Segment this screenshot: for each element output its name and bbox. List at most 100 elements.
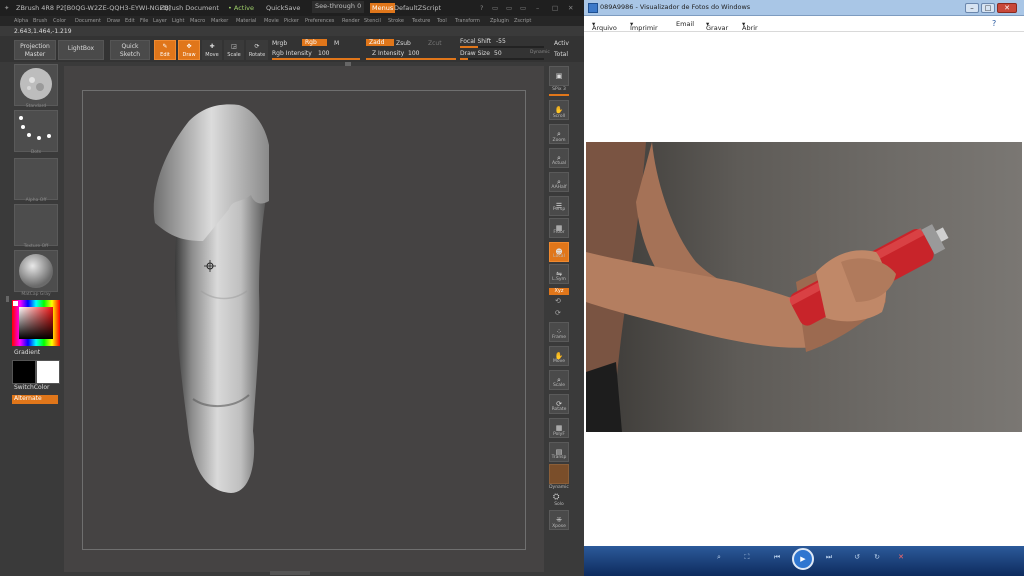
- menu-movie[interactable]: Movie: [264, 18, 279, 24]
- minimize-icon[interactable]: –: [536, 4, 539, 12]
- layout2-icon[interactable]: ▭: [506, 4, 512, 12]
- matcap-sphere-icon: [19, 254, 53, 288]
- menu-transform[interactable]: Transform: [455, 18, 480, 24]
- next-icon[interactable]: ⏭: [822, 551, 836, 565]
- gradient-label[interactable]: Gradient: [14, 349, 40, 356]
- rotate-clockwise-icon[interactable]: ↻: [870, 551, 884, 565]
- menu-edit[interactable]: Edit: [125, 18, 135, 24]
- menu-gravar[interactable]: Gravar ▾: [706, 20, 728, 32]
- help-icon[interactable]: ?: [480, 4, 483, 12]
- edit-button[interactable]: ✎ Edit: [154, 40, 176, 60]
- texture-thumbnail[interactable]: [14, 204, 58, 246]
- color-picker-square[interactable]: [19, 307, 53, 339]
- draw-label: Draw: [182, 52, 196, 58]
- move-button[interactable]: ✚ Move: [202, 40, 222, 60]
- menu-light[interactable]: Light: [172, 18, 184, 24]
- minimize-window-icon[interactable]: –: [965, 3, 979, 13]
- menu-macro[interactable]: Macro: [190, 18, 205, 24]
- secondary-color-swatch[interactable]: [36, 360, 60, 384]
- previous-icon[interactable]: ⏮: [770, 551, 784, 565]
- layout3-icon[interactable]: ▭: [520, 4, 526, 12]
- primary-color-swatch[interactable]: [12, 360, 36, 384]
- menu-arquivo[interactable]: Arquivo ▾: [592, 20, 617, 32]
- default-zscript-button[interactable]: DefaultZScript: [394, 4, 441, 12]
- maximize-icon[interactable]: □: [552, 4, 558, 12]
- menu-stencil[interactable]: Stencil: [364, 18, 381, 24]
- rotate-axis-icon[interactable]: ⟲: [555, 297, 561, 305]
- document-canvas[interactable]: [82, 90, 526, 550]
- left-shelf-scroll-handle[interactable]: [6, 296, 9, 302]
- lightbox-button[interactable]: LightBox: [58, 40, 104, 60]
- quick-sketch-button[interactable]: Quick Sketch: [110, 40, 150, 60]
- m-button[interactable]: M: [334, 40, 339, 47]
- delete-icon[interactable]: ✕: [894, 551, 908, 565]
- menu-preferences[interactable]: Preferences: [305, 18, 334, 24]
- menu-zplugin[interactable]: Zplugin: [490, 18, 509, 24]
- persp-button[interactable]: ☰: [549, 196, 569, 216]
- zcut-button[interactable]: Zcut: [428, 40, 442, 47]
- color-swatch-white[interactable]: [13, 301, 18, 306]
- top-tray-handle[interactable]: [345, 62, 351, 66]
- close-icon[interactable]: ✕: [568, 4, 573, 12]
- alternate-button[interactable]: Alternate: [12, 395, 58, 404]
- z-intensity-slider[interactable]: [366, 58, 456, 60]
- menu-layer[interactable]: Layer: [153, 18, 167, 24]
- rgb-button[interactable]: Rgb: [302, 39, 327, 46]
- quicksave-button[interactable]: QuickSave: [266, 4, 300, 12]
- bpr-button[interactable]: ▣: [549, 66, 569, 86]
- fit-window-icon[interactable]: ⛶: [740, 551, 754, 565]
- rgb-intensity-slider[interactable]: [272, 58, 360, 60]
- alpha-thumbnail[interactable]: [14, 158, 58, 200]
- lsym-caption: L.Sym: [552, 277, 566, 282]
- zsub-button[interactable]: Zsub: [396, 40, 411, 47]
- see-through-slider[interactable]: See-through 0: [312, 1, 365, 13]
- close-window-icon[interactable]: ✕: [997, 3, 1017, 13]
- focal-shift-slider[interactable]: [460, 46, 544, 48]
- brush-thumbnail[interactable]: [14, 64, 58, 106]
- menu-zscript[interactable]: Zscript: [514, 18, 531, 24]
- menu-imprimir[interactable]: Imprimir ▾: [630, 20, 658, 32]
- menu-alpha[interactable]: Alpha: [14, 18, 28, 24]
- rotate-counterclockwise-icon[interactable]: ↺: [850, 551, 864, 565]
- dynamic-toggle[interactable]: Dynamic: [530, 50, 550, 55]
- bottom-tray-handle[interactable]: [270, 571, 310, 575]
- menu-abrir[interactable]: Abrir ▾: [742, 20, 758, 32]
- layout-icon[interactable]: ▭: [492, 4, 498, 12]
- color-picker[interactable]: [12, 300, 60, 346]
- slideshow-play-icon[interactable]: ▶: [792, 548, 814, 570]
- stroke-thumbnail[interactable]: [14, 110, 58, 152]
- scale-button[interactable]: ◲ Scale: [224, 40, 244, 60]
- zoom-icon[interactable]: ⌕: [712, 551, 726, 565]
- menu-material[interactable]: Material: [236, 18, 256, 24]
- maximize-window-icon[interactable]: □: [981, 3, 995, 13]
- rotate-free-icon[interactable]: ⟳: [555, 309, 561, 317]
- rotate-button[interactable]: ⟳ Rotate: [246, 40, 268, 60]
- draw-size-slider[interactable]: [460, 58, 544, 60]
- menu-marker[interactable]: Marker: [211, 18, 228, 24]
- projection-master-button[interactable]: Projection Master: [14, 40, 56, 60]
- menu-document[interactable]: Document: [75, 18, 101, 24]
- menu-tool[interactable]: Tool: [437, 18, 447, 24]
- ghost-button[interactable]: [549, 464, 569, 484]
- menu-stroke[interactable]: Stroke: [388, 18, 404, 24]
- material-thumbnail[interactable]: [14, 250, 58, 292]
- menu-texture[interactable]: Texture: [412, 18, 430, 24]
- switch-color-button[interactable]: SwitchColor: [14, 384, 50, 391]
- spix-slider[interactable]: [549, 94, 569, 96]
- menu-color[interactable]: Color: [53, 18, 66, 24]
- solo-icon[interactable]: ⛭: [553, 492, 559, 502]
- zadd-button[interactable]: Zadd: [366, 39, 395, 46]
- mrgb-button[interactable]: Mrgb: [272, 40, 287, 47]
- draw-button[interactable]: ✥ Draw: [178, 40, 200, 60]
- menu-draw[interactable]: Draw: [107, 18, 120, 24]
- floor-button[interactable]: ▦: [549, 218, 569, 238]
- help-icon[interactable]: ?: [992, 19, 996, 28]
- menu-picker[interactable]: Picker: [284, 18, 299, 24]
- menu-render[interactable]: Render: [342, 18, 360, 24]
- menus-button[interactable]: Menus: [370, 3, 396, 13]
- menu-file[interactable]: File: [140, 18, 148, 24]
- menu-brush[interactable]: Brush: [33, 18, 47, 24]
- xyz-button[interactable]: Xyz: [549, 288, 569, 295]
- menu-email[interactable]: Email: [676, 20, 694, 28]
- local-button[interactable]: ☻: [549, 242, 569, 262]
